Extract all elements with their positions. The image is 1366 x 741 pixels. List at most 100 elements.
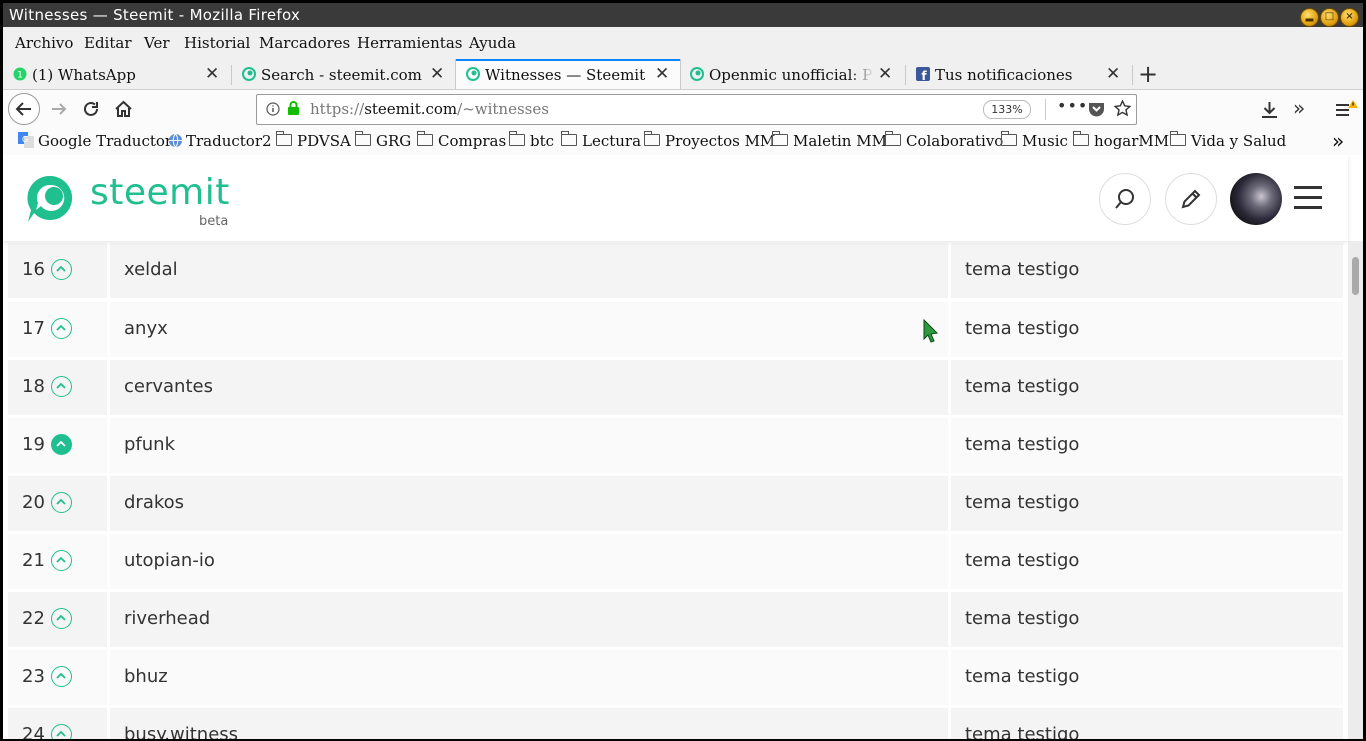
downloads-icon[interactable] (1261, 101, 1278, 119)
bookmark-traductor2[interactable]: Traductor2 (168, 132, 272, 150)
site-menu-icon[interactable] (1294, 186, 1322, 210)
search-button[interactable] (1099, 173, 1151, 225)
page-actions-icon[interactable]: ••• (1057, 96, 1088, 115)
tab-witnesses[interactable]: Witnesses — Steemit ✕ (455, 59, 681, 89)
witness-thread-link[interactable]: tema testigo (965, 550, 1079, 571)
rank-cell: 16 (8, 243, 107, 298)
bookmark-folder-grg[interactable]: GRG (355, 131, 411, 150)
tab-search-steemit[interactable]: Search - steemit.com ✕ (232, 59, 454, 89)
zoom-level-badge[interactable]: 133% (983, 100, 1031, 119)
upvote-button[interactable] (51, 318, 72, 339)
tab-openmic[interactable]: Openmic unofficial: Pro ✕ (680, 59, 904, 89)
url-divider (1045, 99, 1046, 120)
close-tab-icon[interactable]: ✕ (430, 64, 444, 84)
pocket-icon[interactable] (1088, 101, 1105, 117)
steemit-icon (242, 67, 256, 81)
close-tab-icon[interactable]: ✕ (878, 64, 892, 84)
menu-herramientas[interactable]: Herramientas (357, 34, 462, 52)
maximize-button[interactable]: □ (1320, 8, 1339, 27)
witness-name-link[interactable]: anyx (124, 318, 168, 339)
witness-thread-link[interactable]: tema testigo (965, 608, 1079, 629)
menu-bar: Archivo Editar Ver Historial Marcadores … (3, 27, 1363, 57)
bookmark-folder-vida-y-salud[interactable]: Vida y Salud (1170, 131, 1286, 150)
witness-thread-link[interactable]: tema testigo (965, 259, 1079, 280)
rank-cell: 17 (8, 302, 107, 357)
submit-post-button[interactable] (1165, 173, 1217, 225)
bookmark-star-icon[interactable] (1114, 100, 1131, 117)
bookmarks-overflow-icon[interactable]: » (1332, 129, 1344, 153)
witness-name-link[interactable]: bhuz (124, 666, 168, 687)
bookmark-folder-hogarmm[interactable]: hogarMM (1073, 131, 1169, 150)
witness-name-link[interactable]: busy.witness (124, 724, 238, 739)
menu-historial[interactable]: Historial (184, 34, 250, 52)
close-tab-icon[interactable]: ✕ (655, 64, 669, 84)
tab-facebook-notifications[interactable]: f Tus notificaciones ✕ (906, 59, 1130, 89)
upvote-button[interactable] (51, 434, 72, 455)
web-page: steemit beta 16 xeldal tema testigo 17 anyx t… (3, 155, 1363, 739)
bookmark-folder-proyectos-mm[interactable]: Proyectos MM (644, 131, 775, 150)
hamburger-menu-icon[interactable] (1334, 99, 1360, 119)
back-button[interactable] (8, 93, 40, 125)
home-icon[interactable] (114, 99, 133, 118)
witness-name-link[interactable]: xeldal (124, 259, 178, 280)
info-icon[interactable] (266, 102, 280, 116)
bookmark-folder-music[interactable]: Music (1001, 131, 1068, 150)
bookmark-google-traductor[interactable]: G Google Traductor (18, 132, 172, 150)
upvote-button[interactable] (51, 724, 72, 739)
back-arrow-icon (15, 102, 31, 116)
new-tab-icon[interactable]: + (1138, 60, 1158, 88)
lock-icon[interactable] (287, 100, 300, 116)
menu-marcadores[interactable]: Marcadores (259, 34, 350, 52)
menu-ayuda[interactable]: Ayuda (469, 34, 516, 52)
forward-arrow-icon[interactable] (50, 100, 68, 118)
bookmark-folder-colaborativo[interactable]: Colaborativo (885, 131, 1003, 150)
bookmark-folder-lectura[interactable]: Lectura (561, 131, 641, 150)
url-bar[interactable]: https://steemit.com/~witnesses 133% ••• (256, 94, 1137, 125)
page-scrollbar[interactable] (1348, 241, 1363, 739)
menu-editar[interactable]: Editar (84, 34, 132, 52)
upvote-button[interactable] (51, 608, 72, 629)
close-tab-icon[interactable]: ✕ (205, 64, 219, 84)
witness-thread-link[interactable]: tema testigo (965, 376, 1079, 397)
bookmark-folder-btc[interactable]: btc (509, 131, 554, 150)
overflow-chevron-icon[interactable]: » (1293, 96, 1305, 120)
tab-whatsapp[interactable]: 1 (1) WhatsApp ✕ (3, 59, 229, 89)
bookmark-folder-compras[interactable]: Compras (417, 131, 506, 150)
witness-thread-link[interactable]: tema testigo (965, 492, 1079, 513)
menu-archivo[interactable]: Archivo (15, 34, 73, 52)
upvote-button[interactable] (51, 376, 72, 397)
upvote-button[interactable] (51, 550, 72, 571)
upvote-button[interactable] (51, 259, 72, 280)
close-tab-icon[interactable]: ✕ (1106, 64, 1120, 84)
search-icon (1115, 189, 1134, 209)
witness-thread-link[interactable]: tema testigo (965, 666, 1079, 687)
folder-icon (885, 131, 901, 146)
scrollbar-thumb[interactable] (1352, 257, 1359, 295)
user-avatar[interactable] (1230, 173, 1282, 225)
upvote-button[interactable] (51, 666, 72, 687)
minimize-button[interactable]: ▂ (1300, 8, 1319, 27)
witness-name-link[interactable]: cervantes (124, 376, 213, 397)
upvote-button[interactable] (51, 492, 72, 513)
name-cell: xeldal (110, 243, 948, 298)
witness-thread-link[interactable]: tema testigo (965, 318, 1079, 339)
witness-thread-link[interactable]: tema testigo (965, 434, 1079, 455)
reload-icon[interactable] (82, 100, 100, 118)
steemit-icon (466, 67, 480, 81)
witness-name-link[interactable]: pfunk (124, 434, 175, 455)
witness-name-link[interactable]: drakos (124, 492, 184, 513)
bookmark-folder-maletin-mm[interactable]: Maletin MM (772, 131, 887, 150)
bookmark-folder-pdvsa[interactable]: PDVSA (276, 131, 351, 150)
chevron-up-icon (56, 498, 66, 505)
menu-ver[interactable]: Ver (144, 34, 170, 52)
witness-thread-link[interactable]: tema testigo (965, 724, 1079, 739)
rank-cell: 21 (8, 534, 107, 589)
witness-row: 17 anyx tema testigo (8, 302, 1343, 357)
witness-rank: 19 (22, 434, 45, 455)
site-logo-text[interactable]: steemit (90, 172, 230, 213)
witness-name-link[interactable]: utopian-io (124, 550, 215, 571)
steemit-logo-icon[interactable] (24, 172, 76, 226)
witness-name-link[interactable]: riverhead (124, 608, 210, 629)
mouse-cursor-icon (923, 319, 939, 343)
close-window-button[interactable]: × (1340, 8, 1359, 27)
